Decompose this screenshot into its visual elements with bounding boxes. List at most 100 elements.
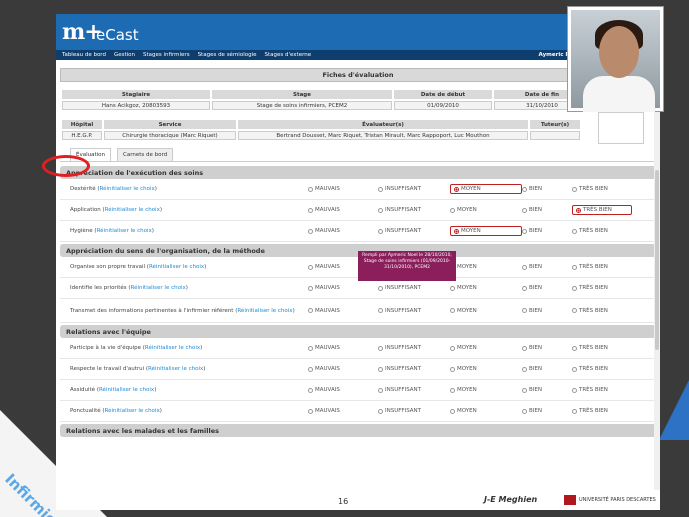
radio-icon[interactable] — [308, 345, 313, 351]
rating-option[interactable]: MOYEN — [450, 366, 522, 372]
radio-icon[interactable] — [572, 345, 577, 351]
rating-option[interactable]: TRÈS BIEN — [572, 226, 632, 236]
rating-option[interactable]: INSUFFISANT — [378, 345, 450, 351]
rating-option[interactable]: BIEN — [522, 285, 572, 291]
radio-icon[interactable] — [378, 345, 383, 351]
rating-option[interactable]: TRÈS BIEN — [572, 205, 632, 215]
rating-option[interactable]: INSUFFISANT — [378, 226, 450, 236]
rating-option[interactable]: BIEN — [522, 264, 572, 270]
radio-icon[interactable] — [522, 345, 527, 351]
radio-icon[interactable] — [378, 366, 383, 372]
rating-option[interactable]: TRÈS BIEN — [572, 184, 632, 194]
radio-icon[interactable] — [450, 387, 455, 393]
radio-icon[interactable] — [378, 207, 383, 213]
rating-option[interactable]: INSUFFISANT — [378, 308, 450, 314]
reset-choice-link[interactable]: Réinitialiser le choix — [131, 285, 186, 291]
rating-option[interactable]: BIEN — [522, 226, 572, 236]
radio-icon[interactable] — [308, 366, 313, 372]
scrollbar-thumb[interactable] — [655, 170, 659, 350]
radio-icon[interactable] — [450, 408, 455, 414]
radio-icon[interactable] — [572, 228, 577, 234]
reset-choice-link[interactable]: Réinitialiser le choix — [148, 366, 203, 372]
rating-option[interactable]: BIEN — [522, 408, 572, 414]
rating-option[interactable]: MOYEN — [450, 408, 522, 414]
radio-icon[interactable] — [450, 366, 455, 372]
rating-option[interactable]: TRÈS BIEN — [572, 366, 632, 372]
reset-choice-link[interactable]: Réinitialiser le choix — [149, 264, 204, 270]
radio-icon[interactable] — [378, 228, 383, 234]
rating-option[interactable]: BIEN — [522, 308, 572, 314]
radio-icon[interactable] — [378, 308, 383, 313]
radio-icon[interactable] — [454, 228, 459, 234]
radio-icon[interactable] — [454, 186, 459, 192]
radio-icon[interactable] — [576, 207, 581, 213]
radio-icon[interactable] — [572, 408, 577, 414]
menu-item-stages-semiologie[interactable]: Stages de sémiologie — [198, 52, 257, 58]
rating-option[interactable]: MOYEN — [450, 285, 522, 291]
rating-option[interactable]: INSUFFISANT — [378, 387, 450, 393]
radio-icon[interactable] — [522, 186, 527, 192]
rating-option[interactable]: INSUFFISANT — [378, 366, 450, 372]
radio-icon[interactable] — [572, 186, 577, 192]
rating-option[interactable]: MAUVAIS — [308, 345, 378, 351]
radio-icon[interactable] — [522, 366, 527, 372]
radio-icon[interactable] — [308, 308, 313, 313]
radio-icon[interactable] — [572, 285, 577, 291]
user-name[interactable]: Aymeric N — [539, 52, 570, 58]
rating-option[interactable]: TRÈS BIEN — [572, 264, 632, 270]
reset-choice-link[interactable]: Réinitialiser le choix — [105, 408, 160, 414]
radio-icon[interactable] — [308, 285, 313, 291]
rating-option[interactable]: MAUVAIS — [308, 408, 378, 414]
rating-option[interactable]: MAUVAIS — [308, 205, 378, 215]
rating-option[interactable]: MOYEN — [450, 387, 522, 393]
rating-option[interactable]: TRÈS BIEN — [572, 285, 632, 291]
rating-option[interactable]: MAUVAIS — [308, 184, 378, 194]
reset-choice-link[interactable]: Réinitialiser le choix — [105, 207, 160, 213]
rating-option[interactable]: MOYEN — [450, 345, 522, 351]
reset-choice-link[interactable]: Réinitialiser le choix — [145, 345, 200, 351]
rating-option[interactable]: INSUFFISANT — [378, 184, 450, 194]
rating-option[interactable]: BIEN — [522, 184, 572, 194]
radio-icon[interactable] — [308, 207, 313, 213]
radio-icon[interactable] — [572, 308, 577, 313]
radio-icon[interactable] — [308, 228, 313, 234]
rating-option[interactable]: MOYEN — [450, 226, 522, 236]
menu-item-tableau[interactable]: Tableau de bord — [62, 52, 106, 58]
menu-item-gestion[interactable]: Gestion — [114, 52, 135, 58]
rating-option[interactable]: TRÈS BIEN — [572, 308, 632, 314]
scrollbar[interactable] — [654, 60, 660, 510]
radio-icon[interactable] — [378, 387, 383, 393]
rating-option[interactable]: MAUVAIS — [308, 387, 378, 393]
rating-option[interactable]: BIEN — [522, 366, 572, 372]
reset-choice-link[interactable]: Réinitialiser le choix — [237, 308, 292, 314]
radio-icon[interactable] — [522, 387, 527, 393]
radio-icon[interactable] — [522, 228, 527, 234]
radio-icon[interactable] — [572, 387, 577, 393]
rating-option[interactable]: INSUFFISANT — [378, 408, 450, 414]
rating-option[interactable]: MOYEN — [450, 308, 522, 314]
radio-icon[interactable] — [522, 264, 527, 270]
tab-carnets-de-bord[interactable]: Carnets de bord — [117, 148, 174, 161]
radio-icon[interactable] — [450, 207, 455, 213]
rating-option[interactable]: TRÈS BIEN — [572, 387, 632, 393]
radio-icon[interactable] — [378, 186, 383, 192]
radio-icon[interactable] — [308, 264, 313, 270]
radio-icon[interactable] — [572, 366, 577, 372]
rating-option[interactable]: MOYEN — [450, 184, 522, 194]
rating-option[interactable]: TRÈS BIEN — [572, 408, 632, 414]
rating-option[interactable]: MOYEN — [450, 264, 522, 270]
radio-icon[interactable] — [522, 285, 527, 291]
rating-option[interactable]: MAUVAIS — [308, 285, 378, 291]
rating-option[interactable]: MOYEN — [450, 205, 522, 215]
rating-option[interactable]: TRÈS BIEN — [572, 345, 632, 351]
radio-icon[interactable] — [308, 387, 313, 393]
radio-icon[interactable] — [450, 285, 455, 291]
menu-item-stages-externe[interactable]: Stages d'externe — [265, 52, 312, 58]
radio-icon[interactable] — [378, 285, 383, 291]
rating-option[interactable]: MAUVAIS — [308, 308, 378, 314]
rating-option[interactable]: BIEN — [522, 345, 572, 351]
reset-choice-link[interactable]: Réinitialiser le choix — [97, 228, 152, 234]
radio-icon[interactable] — [572, 264, 577, 270]
radio-icon[interactable] — [522, 207, 527, 213]
menu-item-stages-infirmiers[interactable]: Stages infirmiers — [143, 52, 190, 58]
